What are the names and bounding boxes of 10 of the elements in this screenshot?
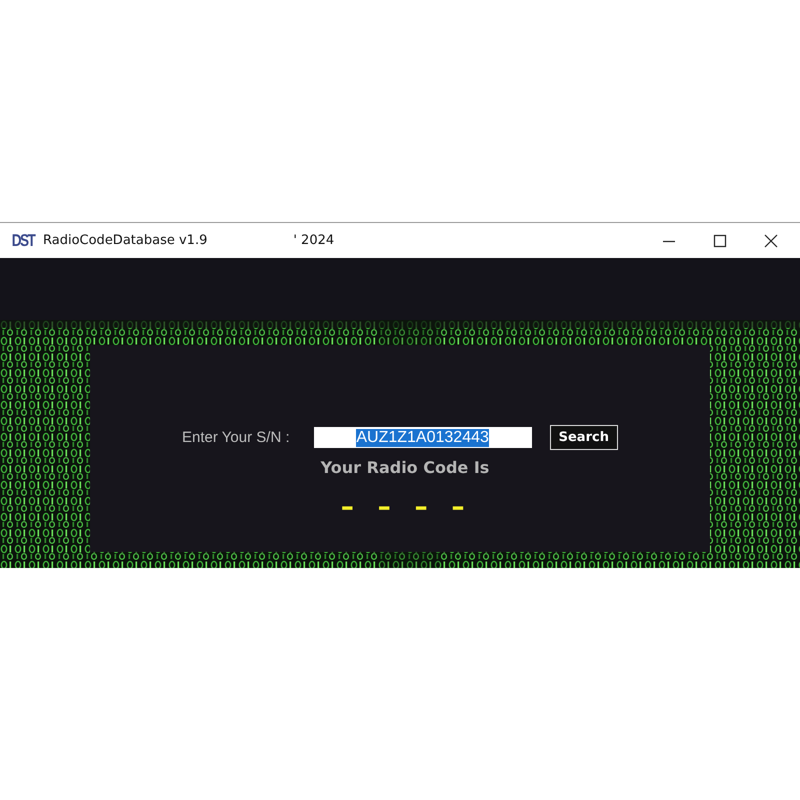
serial-input-field[interactable]: AUZ1Z1A0132443 (314, 427, 532, 448)
close-icon[interactable] (764, 234, 778, 248)
result-heading: Your Radio Code Is (320, 458, 490, 477)
serial-label: Enter Your S/N : (182, 429, 290, 446)
radio-code: - - - - (340, 493, 470, 521)
window-title: RadioCodeDatabase v1.9 (43, 233, 208, 248)
app-logo: DST (12, 230, 34, 250)
window-title-suffix: ' 2024 (293, 233, 334, 248)
search-button[interactable]: Search (550, 425, 618, 450)
maximize-icon[interactable] (713, 234, 727, 248)
